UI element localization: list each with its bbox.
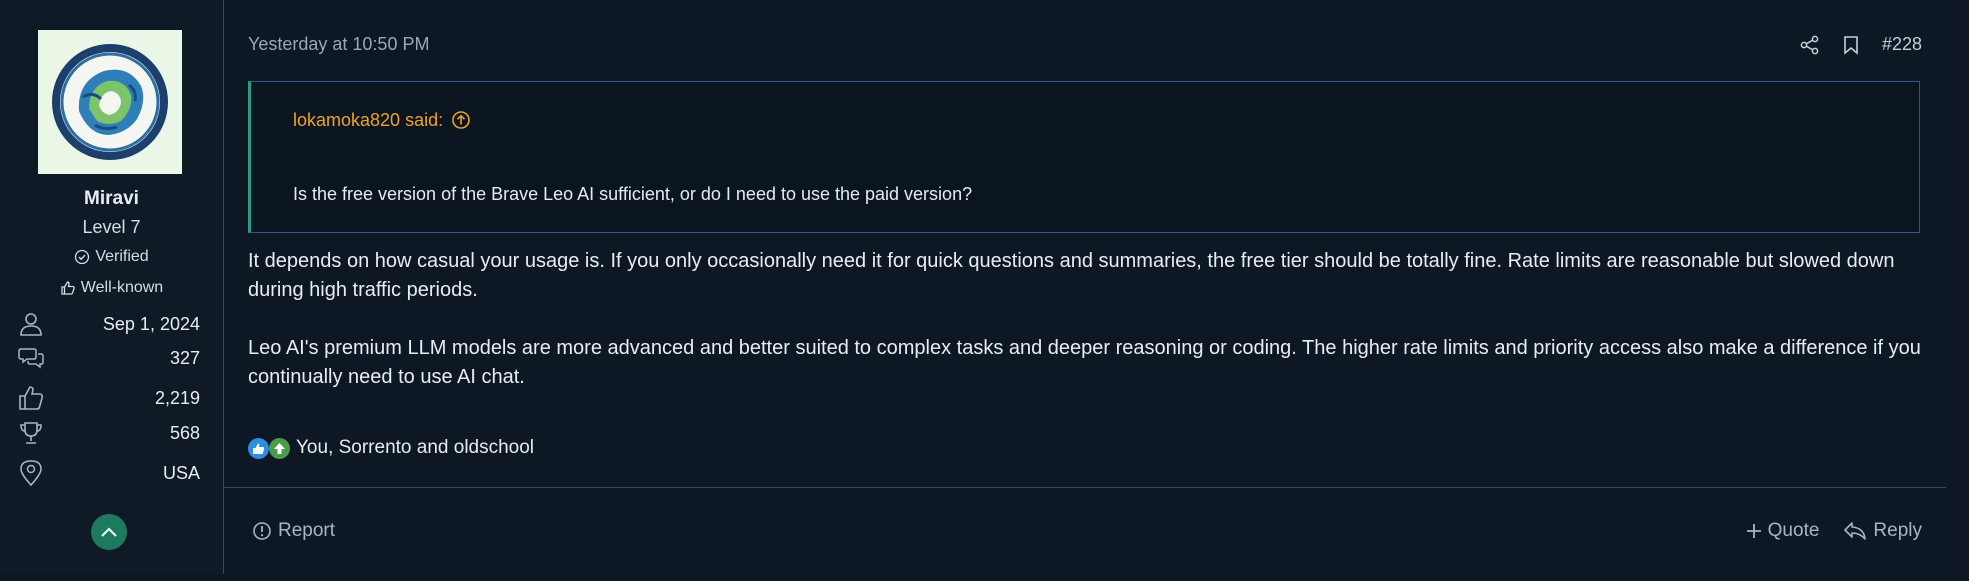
messages-icon	[18, 345, 44, 371]
forum-post: Miravi Level 7 Verified Well-known Sep 1…	[0, 0, 1946, 574]
upvote-reaction-icon	[269, 437, 290, 459]
stat-reactions: 2,219	[18, 382, 200, 414]
avatar[interactable]	[38, 30, 182, 174]
post-actions: #228	[1800, 34, 1922, 55]
stat-joined: Sep 1, 2024	[18, 308, 200, 340]
quote-author-link[interactable]: lokamoka820 said:	[293, 110, 443, 131]
stat-value: USA	[162, 462, 200, 483]
post-main: Yesterday at 10:50 PM #228 lokamoka820 s…	[224, 0, 1946, 574]
quote-text: Is the free version of the Brave Leo AI …	[293, 184, 973, 204]
user-level: Level 7	[82, 217, 141, 237]
reply-arrow-icon	[1843, 521, 1867, 541]
badge-label: Well-known	[80, 279, 164, 296]
thumbs-up-icon	[18, 385, 44, 411]
post-timestamp[interactable]: Yesterday at 10:50 PM	[248, 34, 429, 55]
verified-check-icon	[74, 249, 90, 265]
scroll-to-top-button[interactable]	[91, 514, 127, 550]
alert-circle-icon	[252, 521, 272, 541]
share-icon[interactable]	[1800, 35, 1820, 55]
quote-label: Quote	[1767, 520, 1820, 541]
footer-left: Report	[252, 520, 335, 542]
bookmark-icon[interactable]	[1842, 35, 1860, 55]
username[interactable]: Miravi	[0, 188, 223, 210]
chevron-up-icon	[100, 526, 118, 538]
badge-verified: Verified	[0, 248, 223, 266]
quote-button[interactable]: Quote	[1746, 520, 1820, 542]
thumbs-up-icon	[60, 280, 76, 296]
message-paragraph: Leo AI's premium LLM models are more adv…	[248, 337, 1921, 388]
stat-value: 2,219	[154, 387, 200, 408]
quote-block: lokamoka820 said: Is the free version of…	[248, 81, 1920, 233]
stat-value: 327	[169, 347, 200, 368]
location-icon	[18, 459, 44, 487]
quote-header: lokamoka820 said:	[251, 82, 1919, 158]
badge-well-known: Well-known	[0, 279, 223, 297]
footer-right: Quote Reply	[1746, 520, 1922, 542]
stat-value: 568	[169, 422, 200, 443]
badge-label: Verified	[95, 248, 149, 265]
stat-trophies: 568	[18, 417, 200, 449]
plus-icon	[1746, 523, 1762, 539]
message-paragraph: It depends on how casual your usage is. …	[248, 250, 1895, 301]
arrow-up-circle-icon[interactable]	[451, 110, 471, 130]
post-message: It depends on how casual your usage is. …	[248, 247, 1928, 421]
stat-messages: 327	[18, 342, 200, 374]
report-label: Report	[278, 520, 336, 541]
report-button[interactable]: Report	[252, 520, 335, 542]
post-footer-divider	[224, 487, 1946, 488]
reactions-list[interactable]: You, Sorrento and oldschool	[296, 437, 534, 459]
like-reaction-icon	[248, 437, 269, 459]
post-number-link[interactable]: #228	[1882, 34, 1922, 55]
user-sidebar: Miravi Level 7 Verified Well-known Sep 1…	[0, 0, 224, 574]
user-icon	[18, 311, 44, 337]
stat-value: Sep 1, 2024	[102, 313, 200, 334]
reactions-bar[interactable]: You, Sorrento and oldschool	[248, 437, 534, 459]
reply-label: Reply	[1873, 520, 1922, 541]
stat-location: USA	[18, 457, 200, 489]
trophy-icon	[18, 420, 44, 446]
reply-button[interactable]: Reply	[1843, 520, 1922, 542]
